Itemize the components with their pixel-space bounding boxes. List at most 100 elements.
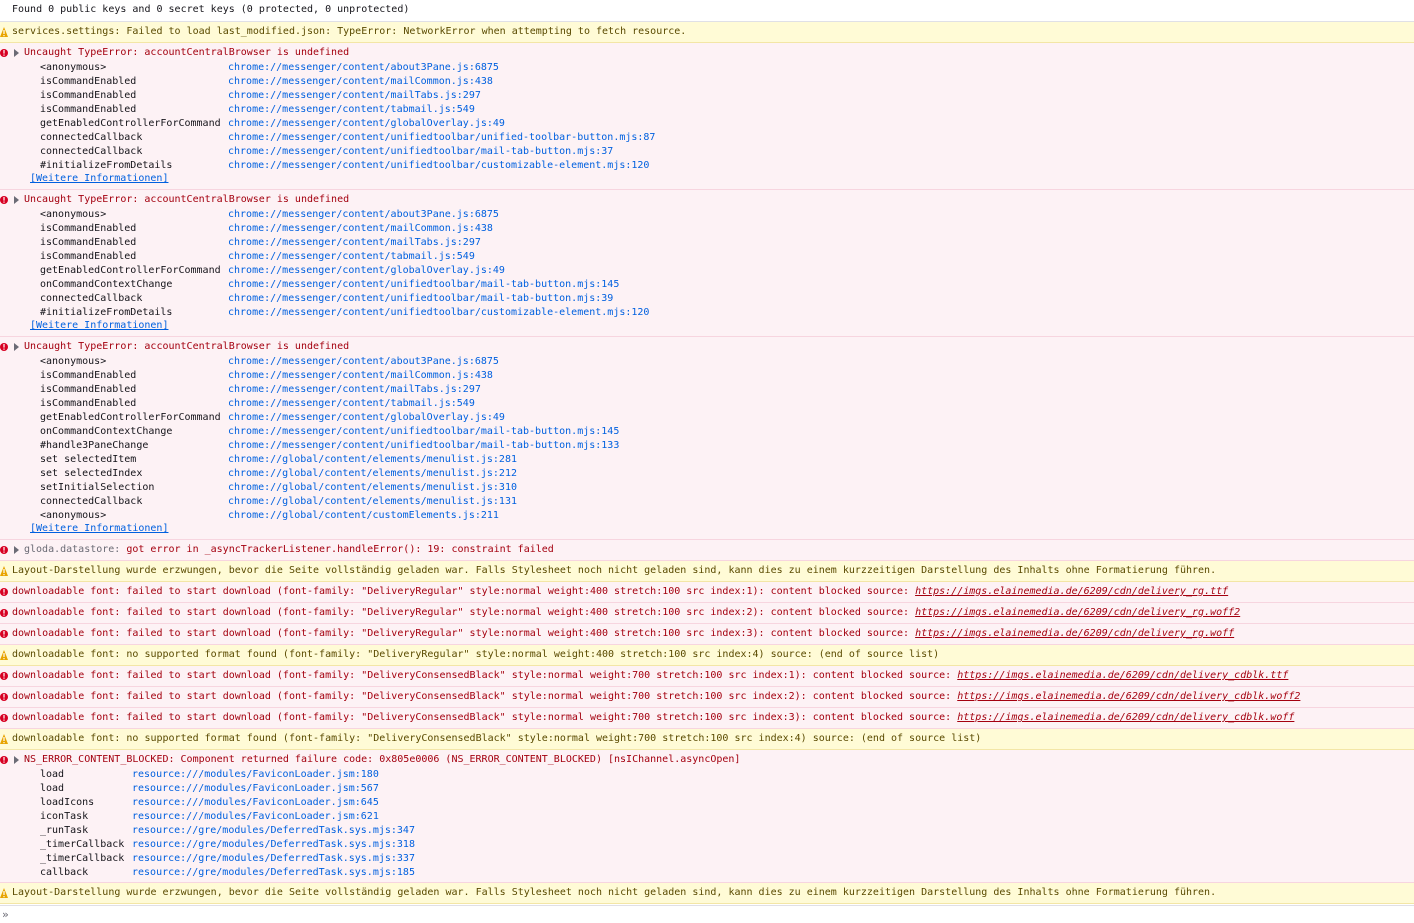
console-error[interactable]: NS_ERROR_CONTENT_BLOCKED: Component retu… — [0, 750, 1414, 883]
frame-source-link[interactable]: resource:///modules/FaviconLoader.jsm:18… — [132, 768, 379, 782]
console-error: downloadable font: failed to start downl… — [0, 666, 1414, 687]
error-icon — [0, 756, 8, 764]
source-url-link[interactable]: https://imgs.elainemedia.de/6209/cdn/del… — [915, 607, 1240, 618]
message-text: Found 0 public keys and 0 secret keys (0… — [12, 4, 410, 15]
frame-source-link[interactable]: resource://gre/modules/DeferredTask.sys.… — [132, 866, 415, 880]
error-icon — [0, 588, 8, 596]
frame-source-link[interactable]: resource://gre/modules/DeferredTask.sys.… — [132, 852, 415, 866]
frame-source-link[interactable]: resource:///modules/FaviconLoader.jsm:56… — [132, 782, 379, 796]
console-error[interactable]: Uncaught TypeError: accountCentralBrowse… — [0, 43, 1414, 190]
message-text: Layout-Darstellung wurde erzwungen, bevo… — [12, 887, 1217, 898]
console-error: downloadable font: failed to start downl… — [0, 708, 1414, 729]
frame-source-link[interactable]: chrome://messenger/content/about3Pane.js… — [228, 355, 499, 369]
frame-function: iconTask — [40, 811, 89, 822]
console-error[interactable]: gloda.datastore: got error in _asyncTrac… — [0, 540, 1414, 561]
source-url-link[interactable]: https://imgs.elainemedia.de/6209/cdn/del… — [957, 670, 1288, 681]
error-icon — [0, 546, 8, 554]
frame-source-link[interactable]: chrome://messenger/content/tabmail.js:54… — [228, 103, 475, 117]
learn-more-link[interactable]: [Weitere Informationen] — [30, 523, 168, 534]
message-body: downloadable font: failed to start downl… — [12, 691, 958, 702]
frame-source-link[interactable]: chrome://messenger/content/unifiedtoolba… — [228, 306, 649, 320]
frame-function: callback — [40, 867, 89, 878]
frame-source-link[interactable]: chrome://messenger/content/unifiedtoolba… — [228, 131, 655, 145]
frame-source-link[interactable]: chrome://global/content/elements/menulis… — [228, 495, 517, 509]
frame-source-link[interactable]: chrome://messenger/content/unifiedtoolba… — [228, 278, 619, 292]
warning-icon — [0, 650, 8, 660]
message-text: Uncaught TypeError: accountCentralBrowse… — [24, 194, 350, 205]
frame-source-link[interactable]: chrome://messenger/content/tabmail.js:54… — [228, 397, 475, 411]
frame-function: #initializeFromDetails — [40, 160, 173, 171]
frame-source-link[interactable]: chrome://messenger/content/about3Pane.js… — [228, 61, 499, 75]
source-url-link[interactable]: https://imgs.elainemedia.de/6209/cdn/del… — [957, 712, 1294, 723]
frame-source-link[interactable]: chrome://messenger/content/about3Pane.js… — [228, 208, 499, 222]
frame-function: onCommandContextChange — [40, 426, 173, 437]
frame-function: set selectedIndex — [40, 468, 143, 479]
frame-source-link[interactable]: chrome://messenger/content/mailTabs.js:2… — [228, 383, 481, 397]
frame-function: isCommandEnabled — [40, 104, 137, 115]
frame-source-link[interactable]: chrome://messenger/content/globalOverlay… — [228, 411, 505, 425]
frame-function: isCommandEnabled — [40, 370, 137, 381]
learn-more-link[interactable]: [Weitere Informationen] — [30, 173, 168, 184]
message-text: services.settings: Failed to load last_m… — [12, 26, 687, 37]
frame-function: isCommandEnabled — [40, 384, 137, 395]
console-error[interactable]: Uncaught TypeError: accountCentralBrowse… — [0, 337, 1414, 540]
message-body: downloadable font: failed to start downl… — [12, 586, 916, 597]
frame-source-link[interactable]: chrome://messenger/content/unifiedtoolba… — [228, 439, 619, 453]
console-error[interactable]: Uncaught TypeError: accountCentralBrowse… — [0, 190, 1414, 337]
source-url-link[interactable]: https://imgs.elainemedia.de/6209/cdn/del… — [915, 586, 1228, 597]
message-text: Uncaught TypeError: accountCentralBrowse… — [24, 47, 350, 58]
frame-function: <anonymous> — [40, 510, 107, 521]
source-url-link[interactable]: https://imgs.elainemedia.de/6209/cdn/del… — [915, 628, 1234, 639]
message-body: downloadable font: failed to start downl… — [12, 607, 916, 618]
error-icon — [0, 609, 8, 617]
message-body: got error in _asyncTrackerListener.handl… — [120, 544, 554, 555]
frame-source-link[interactable]: resource://gre/modules/DeferredTask.sys.… — [132, 824, 415, 838]
console-error: downloadable font: failed to start downl… — [0, 687, 1414, 708]
frame-function: <anonymous> — [40, 209, 107, 220]
frame-function: loadIcons — [40, 797, 95, 808]
frame-source-link[interactable]: chrome://messenger/content/mailCommon.js… — [228, 75, 493, 89]
console-message: Found 0 public keys and 0 secret keys (0… — [0, 0, 1414, 22]
message-body: downloadable font: failed to start downl… — [12, 628, 916, 639]
frame-source-link[interactable]: resource:///modules/FaviconLoader.jsm:62… — [132, 810, 379, 824]
expand-arrow-icon[interactable] — [14, 343, 19, 351]
frame-source-link[interactable]: chrome://messenger/content/globalOverlay… — [228, 117, 505, 131]
frame-source-link[interactable]: resource://gre/modules/DeferredTask.sys.… — [132, 838, 415, 852]
frame-function: isCommandEnabled — [40, 90, 137, 101]
expand-arrow-icon[interactable] — [14, 196, 19, 204]
message-text: downloadable font: no supported format f… — [12, 649, 940, 660]
console-error: downloadable font: failed to start downl… — [0, 603, 1414, 624]
frame-source-link[interactable]: chrome://global/content/elements/menulis… — [228, 481, 517, 495]
console-warning: downloadable font: no supported format f… — [0, 729, 1414, 750]
expand-arrow-icon[interactable] — [14, 756, 19, 764]
message-text: Uncaught TypeError: accountCentralBrowse… — [24, 341, 350, 352]
frame-source-link[interactable]: chrome://messenger/content/mailCommon.js… — [228, 369, 493, 383]
frame-source-link[interactable]: chrome://messenger/content/unifiedtoolba… — [228, 292, 613, 306]
frame-source-link[interactable]: chrome://messenger/content/unifiedtoolba… — [228, 145, 613, 159]
frame-source-link[interactable]: chrome://messenger/content/unifiedtoolba… — [228, 159, 649, 173]
frame-source-link[interactable]: resource:///modules/FaviconLoader.jsm:64… — [132, 796, 379, 810]
frame-function: connectedCallback — [40, 293, 143, 304]
message-text: NS_ERROR_CONTENT_BLOCKED: Component retu… — [24, 754, 741, 765]
frame-function: setInitialSelection — [40, 482, 155, 493]
frame-source-link[interactable]: chrome://global/content/elements/menulis… — [228, 453, 517, 467]
message-text: downloadable font: failed to start downl… — [12, 628, 1234, 639]
frame-source-link[interactable]: chrome://messenger/content/globalOverlay… — [228, 264, 505, 278]
frame-source-link[interactable]: chrome://messenger/content/mailTabs.js:2… — [228, 89, 481, 103]
error-icon — [0, 630, 8, 638]
frame-function: #initializeFromDetails — [40, 307, 173, 318]
learn-more-link[interactable]: [Weitere Informationen] — [30, 320, 168, 331]
console-input[interactable]: » — [0, 905, 1414, 923]
expand-arrow-icon[interactable] — [14, 546, 19, 554]
expand-arrow-icon[interactable] — [14, 49, 19, 57]
frame-source-link[interactable]: chrome://messenger/content/unifiedtoolba… — [228, 425, 619, 439]
frame-source-link[interactable]: chrome://global/content/elements/menulis… — [228, 467, 517, 481]
frame-function: isCommandEnabled — [40, 251, 137, 262]
frame-function: isCommandEnabled — [40, 223, 137, 234]
frame-source-link[interactable]: chrome://messenger/content/tabmail.js:54… — [228, 250, 475, 264]
error-icon — [0, 693, 8, 701]
frame-source-link[interactable]: chrome://messenger/content/mailCommon.js… — [228, 222, 493, 236]
frame-source-link[interactable]: chrome://messenger/content/mailTabs.js:2… — [228, 236, 481, 250]
frame-source-link[interactable]: chrome://global/content/customElements.j… — [228, 509, 499, 523]
source-url-link[interactable]: https://imgs.elainemedia.de/6209/cdn/del… — [957, 691, 1300, 702]
